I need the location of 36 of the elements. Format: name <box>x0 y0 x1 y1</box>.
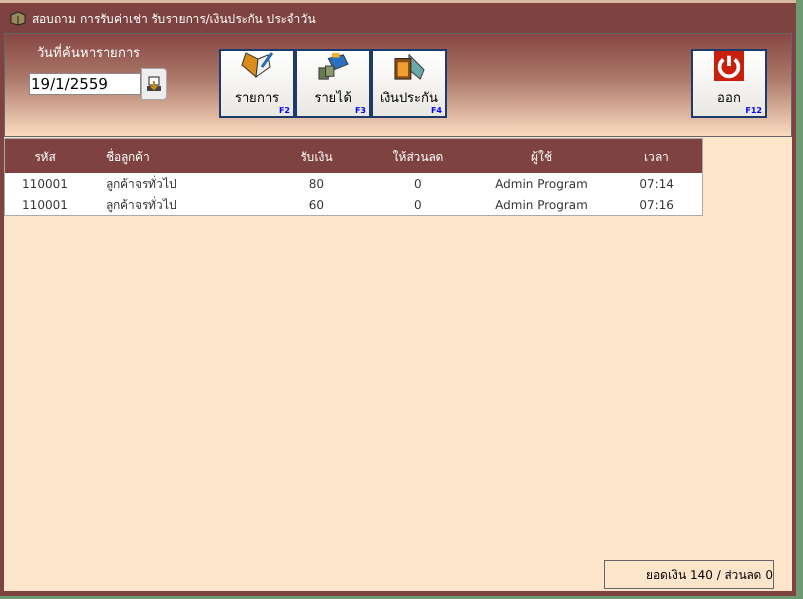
exit-button[interactable]: ออก F12 <box>691 49 767 118</box>
column-header: รับเงิน <box>268 138 365 173</box>
book-pencil-icon <box>240 51 274 81</box>
table-cell: 07:14 <box>612 173 702 194</box>
calendar-icon <box>146 76 162 92</box>
table-cell: 110001 <box>4 194 86 216</box>
table-cell: 110001 <box>4 173 86 194</box>
box-icon <box>10 10 26 26</box>
toolbar-button[interactable]: เงินประกัน F4 <box>371 49 447 118</box>
power-icon <box>713 51 745 81</box>
table-cell: ลูกค้าจรทั่วไป <box>86 194 269 216</box>
table-cell: Admin Program <box>472 194 612 216</box>
column-header: รหัส <box>4 138 86 173</box>
window-title: สอบถาม การรับค่าเช่า รับรายการ/เงินประกัน ประจำวัน <box>32 10 316 28</box>
toolbar-button[interactable]: รายการ F2 <box>219 49 295 118</box>
table-cell: 0 <box>364 173 472 194</box>
shortcut-label: F4 <box>430 106 442 115</box>
field-label: วันที่ค้นหารายการ <box>29 42 167 63</box>
money-book-icon <box>316 51 350 81</box>
shortcut-label: F2 <box>278 106 290 115</box>
calendar-button[interactable] <box>141 68 167 100</box>
table-cell: ลูกค้าจรทั่วไป <box>86 173 269 194</box>
date-field[interactable]: 19/1/2559 <box>29 73 141 95</box>
column-header: ชื่อลูกค้า <box>86 138 269 173</box>
shortcut-label: F3 <box>354 106 366 115</box>
table-cell: 60 <box>268 194 365 216</box>
total-summary: ยอดเงิน 140 / ส่วนลด 0 <box>604 560 774 589</box>
column-header: เวลา <box>612 138 702 173</box>
shortcut-label: F12 <box>745 106 762 115</box>
table-cell: 0 <box>364 194 472 216</box>
column-header: ผู้ใช้ <box>472 138 612 173</box>
toolbar-button[interactable]: รายได้ F3 <box>295 49 371 118</box>
table-cell: 80 <box>268 173 365 194</box>
table-cell: 07:16 <box>612 194 702 216</box>
column-header: ให้ส่วนลด <box>364 138 472 173</box>
table-cell: Admin Program <box>472 173 612 194</box>
